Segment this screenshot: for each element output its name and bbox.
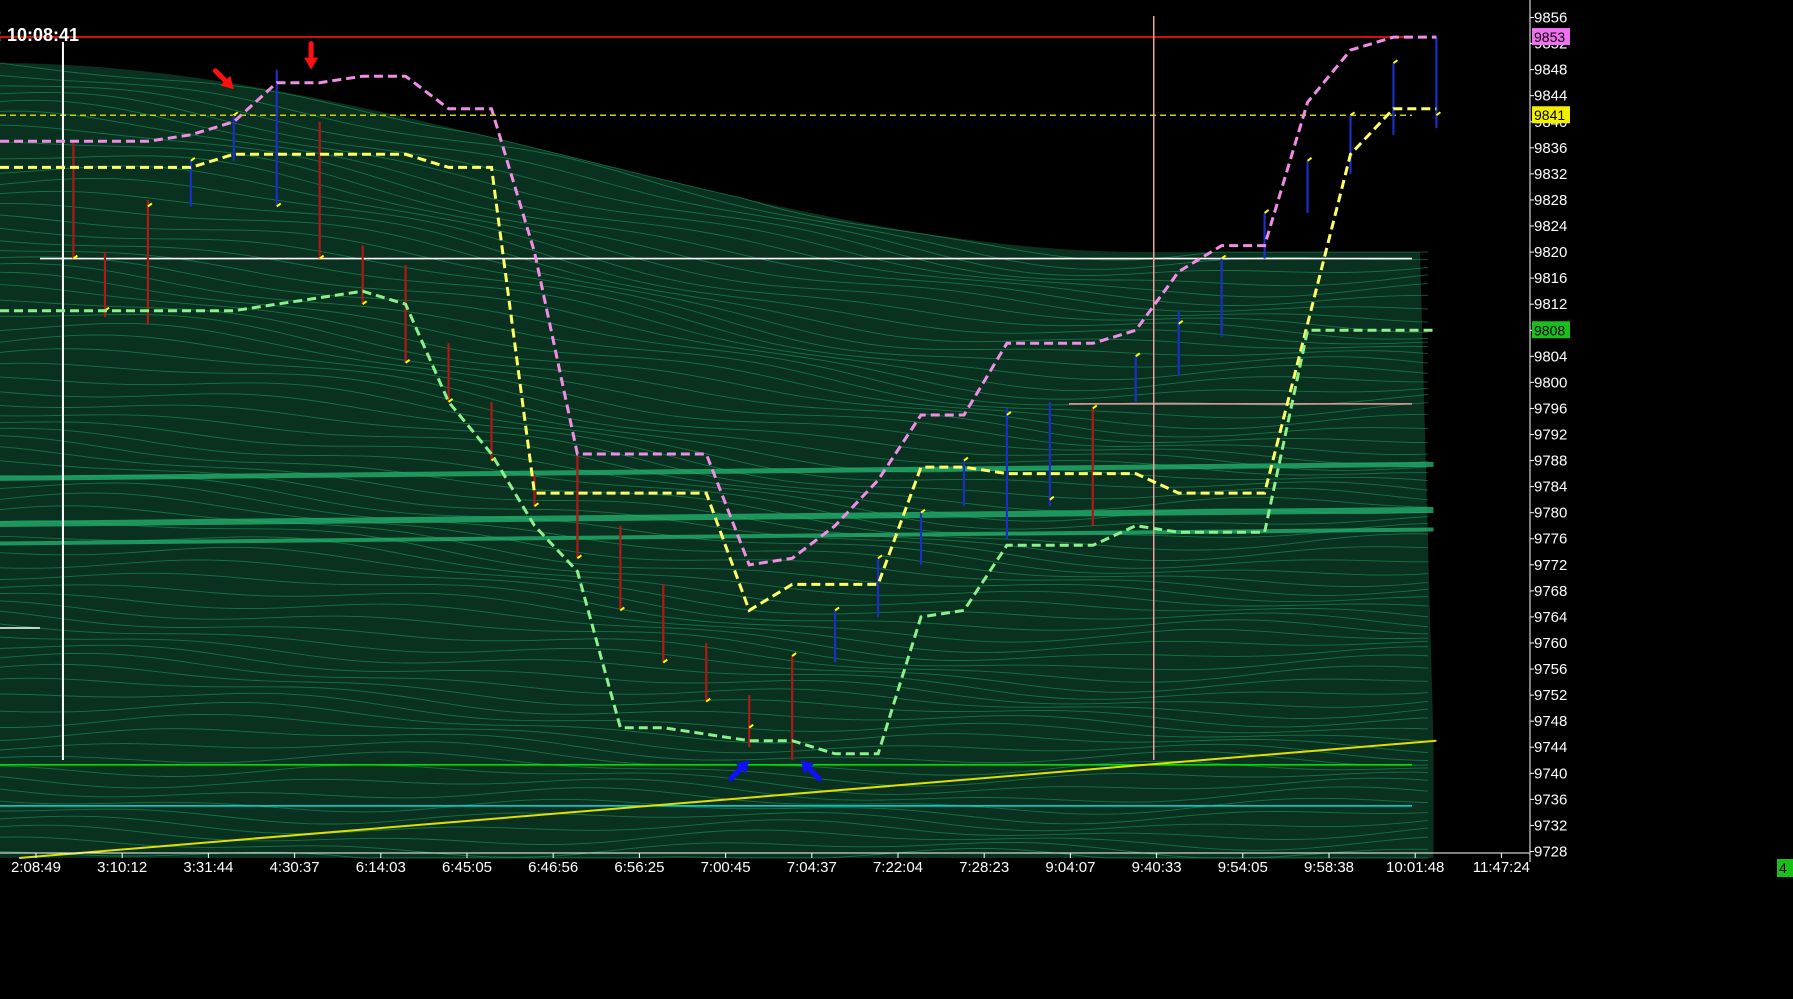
y-tick-label: 9816: [1534, 270, 1567, 287]
x-tick-label: 11:47:24: [1473, 859, 1530, 876]
y-tick-label: 9828: [1534, 192, 1567, 209]
price-chart[interactable]: 9856985298489844984098369832982898249820…: [0, 0, 1793, 999]
y-tick-label: 9728: [1534, 843, 1567, 860]
x-tick-label: 9:40:33: [1132, 859, 1182, 876]
y-tick-label: 9780: [1534, 505, 1567, 522]
y-tick-label: 9744: [1534, 739, 1567, 756]
y-tick-label: 9756: [1534, 661, 1567, 678]
y-tick-label: 9736: [1534, 791, 1567, 808]
y-tick-label: 9776: [1534, 531, 1567, 548]
x-tick-label: 3:31:44: [183, 859, 233, 876]
x-tick-label: 3:10:12: [97, 859, 147, 876]
y-tick-label: 9784: [1534, 479, 1567, 496]
x-tick-label: 7:28:23: [959, 859, 1009, 876]
y-tick-label: 9796: [1534, 400, 1567, 417]
y-tick-label: 9824: [1534, 218, 1567, 235]
y-tick-label: 9820: [1534, 244, 1567, 261]
price-tag-label: 9853: [1534, 29, 1565, 45]
x-tick-label: 6:56:25: [614, 859, 664, 876]
x-tick-label: 7:04:37: [787, 859, 837, 876]
y-tick-label: 9812: [1534, 296, 1567, 313]
x-tick-label: 9:04:07: [1045, 859, 1095, 876]
y-tick-label: 9832: [1534, 166, 1567, 183]
x-tick-label: 2:08:49: [11, 859, 61, 876]
x-tick-label: 9:58:38: [1304, 859, 1354, 876]
clock-label: : 10:08:41: [0, 25, 79, 45]
y-tick-label: 9768: [1534, 583, 1567, 600]
y-tick-label: 9732: [1534, 817, 1567, 834]
y-tick-label: 9848: [1534, 62, 1567, 79]
y-tick-label: 9760: [1534, 635, 1567, 652]
x-tick-label: 9:54:05: [1218, 859, 1268, 876]
x-tick-label: 7:00:45: [701, 859, 751, 876]
x-tick-label: 6:46:56: [528, 859, 578, 876]
y-tick-label: 9752: [1534, 687, 1567, 704]
status-badge-label: 4: [1779, 860, 1787, 876]
y-tick-label: 9740: [1534, 765, 1567, 782]
y-tick-label: 9764: [1534, 609, 1567, 626]
x-tick-label: 6:14:03: [356, 859, 406, 876]
price-tag-label: 9808: [1534, 322, 1565, 338]
y-tick-label: 9844: [1534, 88, 1567, 105]
y-tick-label: 9800: [1534, 374, 1567, 391]
y-tick-label: 9792: [1534, 427, 1567, 444]
y-tick-label: 9772: [1534, 557, 1567, 574]
y-tick-label: 9856: [1534, 10, 1567, 27]
y-tick-label: 9836: [1534, 140, 1567, 157]
x-tick-label: 6:45:05: [442, 859, 492, 876]
x-tick-label: 7:22:04: [873, 859, 923, 876]
y-tick-label: 9804: [1534, 348, 1567, 365]
price-tag-label: 9841: [1534, 107, 1565, 123]
x-tick-label: 4:30:37: [270, 859, 320, 876]
y-tick-label: 9788: [1534, 453, 1567, 470]
y-tick-label: 9748: [1534, 713, 1567, 730]
x-tick-label: 10:01:48: [1386, 859, 1444, 876]
